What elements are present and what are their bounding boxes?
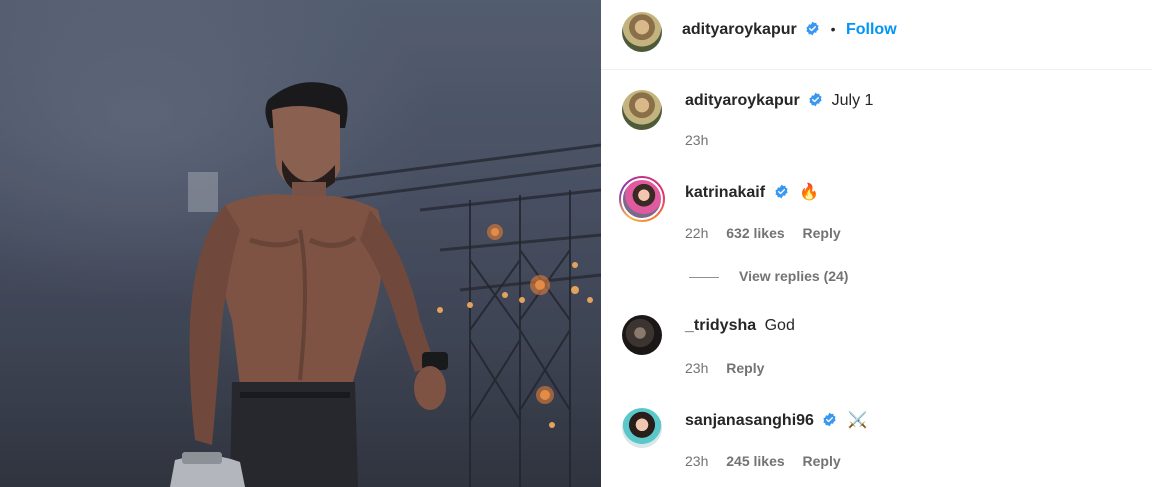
comment-meta: 23h 245 likes Reply — [685, 453, 855, 469]
comment-avatar[interactable] — [622, 408, 662, 448]
comment-line: katrinakaif 🔥 — [685, 182, 819, 202]
comment-text: July 1 — [831, 92, 874, 109]
comment-username[interactable]: _tridysha — [685, 317, 756, 334]
comment-likes[interactable]: 632 likes — [726, 225, 784, 241]
author-avatar[interactable] — [622, 12, 662, 52]
reply-button[interactable]: Reply — [726, 360, 764, 376]
comment-text: God — [764, 317, 795, 334]
verified-badge-icon — [823, 412, 836, 427]
comments-panel: adityaroykapur • Follow adityaroykapur J… — [601, 0, 1152, 487]
separator-dot: • — [830, 21, 836, 37]
comment-line: _tridysha God — [685, 317, 795, 335]
caption-avatar[interactable] — [622, 90, 662, 130]
verified-badge-icon — [806, 21, 819, 36]
caption-line: adityaroykapur July 1 — [685, 92, 873, 110]
reply-button[interactable]: Reply — [803, 225, 841, 241]
comment-meta: 23h Reply — [685, 360, 778, 376]
verified-badge-icon — [774, 184, 788, 199]
crossed-swords-emoji: ⚔️ — [847, 410, 868, 429]
comment-username[interactable]: adityaroykapur — [685, 92, 800, 109]
view-replies-button[interactable]: View replies (24) — [689, 268, 848, 284]
comment-meta: 22h 632 likes Reply — [685, 225, 855, 241]
comment-meta: 23h — [685, 132, 722, 148]
post-image[interactable] — [0, 0, 601, 487]
comment-likes[interactable]: 245 likes — [726, 453, 784, 469]
comment-avatar[interactable] — [622, 315, 662, 355]
comment-time[interactable]: 22h — [685, 225, 708, 241]
comment-username[interactable]: sanjanasanghi96 — [685, 412, 814, 429]
comment-username[interactable]: katrinakaif — [685, 184, 765, 201]
replies-divider — [689, 276, 719, 278]
post-image-illustration — [0, 0, 601, 487]
avatar-image — [621, 178, 663, 220]
comment-time[interactable]: 23h — [685, 132, 708, 148]
reply-button[interactable]: Reply — [803, 453, 841, 469]
header-line: adityaroykapur • Follow — [682, 21, 897, 39]
verified-badge-icon — [809, 92, 822, 107]
author-username[interactable]: adityaroykapur — [682, 21, 797, 38]
post-header: adityaroykapur • Follow — [601, 0, 1152, 70]
comment-line: sanjanasanghi96 ⚔️ — [685, 410, 868, 430]
follow-button[interactable]: Follow — [846, 21, 897, 38]
story-ring-avatar[interactable] — [619, 176, 665, 222]
comment-time[interactable]: 23h — [685, 360, 708, 376]
comment-time[interactable]: 23h — [685, 453, 708, 469]
fire-emoji: 🔥 — [798, 182, 819, 201]
view-replies-label: View replies (24) — [739, 268, 849, 284]
